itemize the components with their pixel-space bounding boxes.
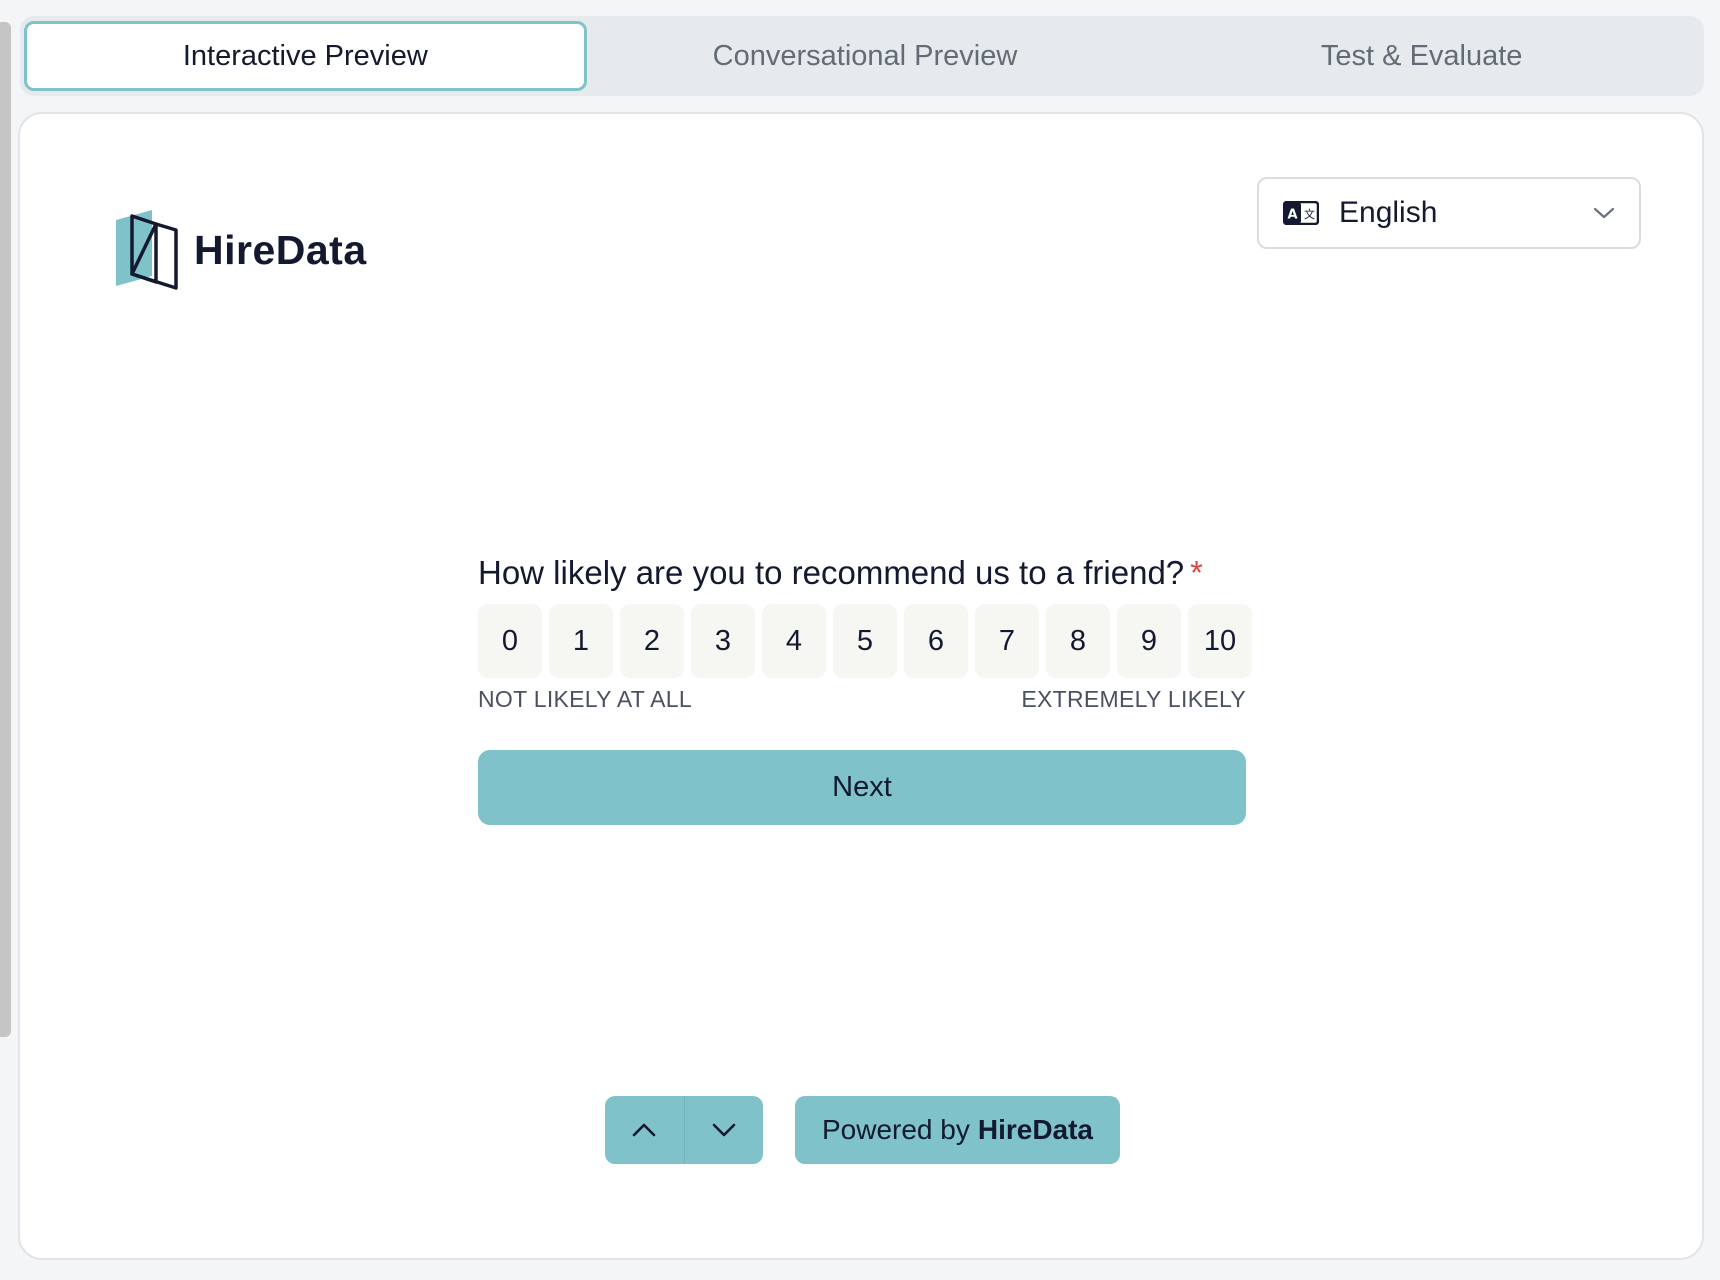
question-text: How likely are you to recommend us to a … — [478, 554, 1185, 591]
scale-option-2[interactable]: 2 — [620, 604, 684, 678]
scale-option-8[interactable]: 8 — [1046, 604, 1110, 678]
chevron-up-icon — [632, 1123, 656, 1137]
scale-option-9[interactable]: 9 — [1117, 604, 1181, 678]
preview-tabs: Interactive Preview Conversational Previ… — [20, 16, 1704, 96]
scale-option-4[interactable]: 4 — [762, 604, 826, 678]
scale-option-6[interactable]: 6 — [904, 604, 968, 678]
next-question-button[interactable] — [683, 1096, 764, 1164]
previous-question-button[interactable] — [605, 1096, 684, 1164]
next-button[interactable]: Next — [478, 750, 1246, 825]
page-scrollbar[interactable] — [0, 22, 11, 1037]
scale-option-5[interactable]: 5 — [833, 604, 897, 678]
svg-text:文: 文 — [1304, 207, 1315, 221]
scale-option-0[interactable]: 0 — [478, 604, 542, 678]
scale-high-label: EXTREMELY LIKELY — [1021, 686, 1246, 712]
language-select[interactable]: A 文 English — [1257, 177, 1641, 249]
translate-icon: A 文 — [1283, 201, 1319, 225]
tab-conversational-preview[interactable]: Conversational Preview — [587, 21, 1144, 91]
hiredata-logo-icon — [116, 210, 178, 290]
question-nav — [605, 1096, 763, 1164]
nps-scale: 0 1 2 3 4 5 6 7 8 9 10 — [478, 604, 1252, 678]
brand-logo: HireData — [114, 208, 367, 292]
scale-option-3[interactable]: 3 — [691, 604, 755, 678]
chevron-down-icon — [1593, 207, 1615, 219]
powered-prefix: Powered by — [821, 1114, 970, 1145]
scale-option-10[interactable]: 10 — [1188, 604, 1252, 678]
tab-test-evaluate[interactable]: Test & Evaluate — [1143, 21, 1700, 91]
language-value: English — [1339, 196, 1438, 229]
scale-option-7[interactable]: 7 — [975, 604, 1039, 678]
svg-text:A: A — [1287, 208, 1297, 223]
form-preview-card: HireData A 文 English How likely are you … — [18, 112, 1704, 1260]
scale-low-label: NOT LIKELY AT ALL — [478, 686, 692, 712]
question-title: How likely are you to recommend us to a … — [478, 554, 1203, 592]
tab-interactive-preview[interactable]: Interactive Preview — [24, 21, 587, 91]
powered-by-button[interactable]: Powered by HireData — [795, 1096, 1120, 1164]
scale-labels: NOT LIKELY AT ALL EXTREMELY LIKELY — [478, 686, 1246, 713]
required-marker: * — [1190, 554, 1204, 591]
powered-brand: HireData — [977, 1114, 1094, 1145]
chevron-down-icon — [712, 1123, 736, 1137]
scale-option-1[interactable]: 1 — [549, 604, 613, 678]
brand-name: HireData — [194, 226, 367, 273]
